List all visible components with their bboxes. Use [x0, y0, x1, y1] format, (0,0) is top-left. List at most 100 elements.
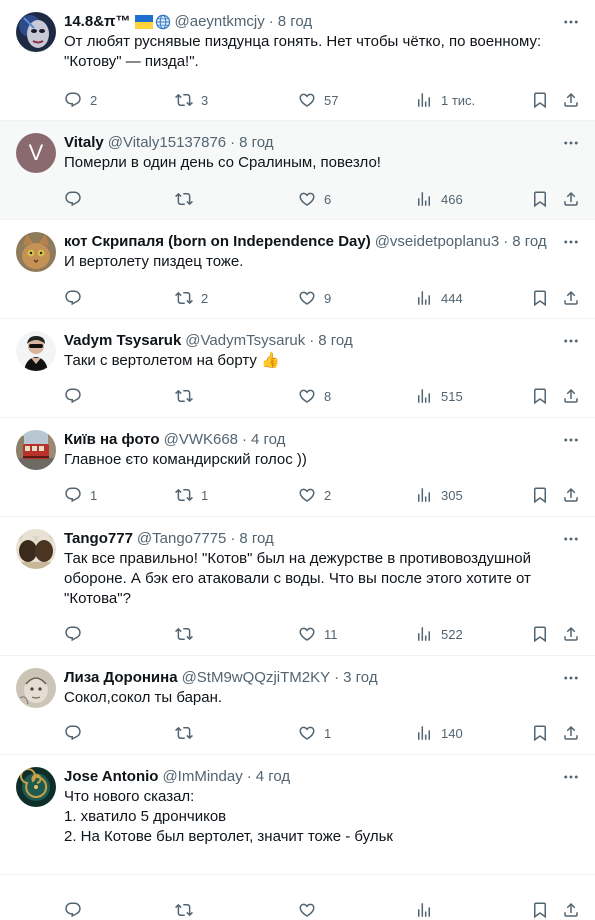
user-handle[interactable]: @Tango7775 — [137, 529, 226, 549]
avatar[interactable] — [16, 668, 56, 708]
avatar[interactable] — [16, 12, 56, 52]
views-button[interactable]: 515 — [415, 386, 463, 406]
views-button[interactable]: 1 тис. — [415, 90, 475, 110]
display-name[interactable]: Jose Antonio — [64, 767, 158, 787]
reply-item[interactable]: Tango777 @Tango7775 · 8 год Так все правильн… — [0, 517, 595, 656]
reply-text-line: Таки с вертолетом на борту 👍 — [64, 352, 280, 369]
more-options-icon[interactable] — [561, 430, 581, 450]
reply-item[interactable]: V Vitaly @Vitaly15137876 · 8 год Померли в од… — [0, 121, 595, 220]
avatar[interactable] — [16, 232, 56, 272]
user-handle[interactable]: @VadymTsysaruk — [185, 331, 305, 351]
repost-button[interactable]: 3 — [175, 90, 208, 110]
repost-button[interactable] — [175, 386, 201, 406]
views-button[interactable]: 444 — [415, 288, 463, 308]
reply-button[interactable] — [64, 723, 90, 743]
share-button[interactable] — [562, 288, 580, 308]
reply-button[interactable]: 1 — [64, 485, 97, 505]
timestamp[interactable]: 3 год — [343, 668, 377, 688]
user-handle[interactable]: @Vitaly15137876 — [108, 133, 226, 153]
more-options-icon[interactable] — [561, 331, 581, 351]
views-button[interactable]: 466 — [415, 189, 463, 209]
display-name[interactable]: Київ на фото — [64, 430, 160, 450]
bookmark-button[interactable] — [531, 189, 549, 209]
reply-button[interactable] — [64, 288, 90, 308]
like-button[interactable]: 8 — [298, 386, 331, 406]
timestamp[interactable]: 4 год — [256, 767, 290, 787]
reply-header: Jose Antonio @ImMinday · 4 год — [64, 767, 581, 787]
reply-item[interactable]: Лиза Доронина @StM9wQQzjiTM2KY · 3 год Сокол… — [0, 656, 595, 755]
bookmark-button[interactable] — [531, 723, 549, 743]
reply-button[interactable] — [64, 900, 90, 920]
avatar[interactable] — [16, 430, 56, 470]
timestamp[interactable]: 4 год — [251, 430, 285, 450]
reply-button[interactable] — [64, 189, 90, 209]
reply-item[interactable]: кот Скрипаля (born on Independence Day) @… — [0, 220, 595, 319]
repost-button[interactable] — [175, 624, 201, 644]
timestamp[interactable]: 8 год — [512, 232, 546, 252]
reply-item[interactable]: Київ на фото @VWK668 · 4 год Главное єто ком… — [0, 418, 595, 517]
share-button[interactable] — [562, 723, 580, 743]
bookmark-button[interactable] — [531, 386, 549, 406]
like-button[interactable]: 9 — [298, 288, 331, 308]
bookmark-button[interactable] — [531, 624, 549, 644]
display-name[interactable]: 14.8&π™ — [64, 12, 131, 32]
repost-button[interactable] — [175, 723, 201, 743]
timestamp[interactable]: 8 год — [318, 331, 352, 351]
reply-button[interactable] — [64, 386, 90, 406]
user-handle[interactable]: @ImMinday — [162, 767, 242, 787]
views-button[interactable] — [415, 900, 441, 920]
user-handle[interactable]: @VWK668 — [164, 430, 238, 450]
avatar[interactable] — [16, 529, 56, 569]
like-button[interactable]: 1 — [298, 723, 331, 743]
like-button[interactable]: 57 — [298, 90, 338, 110]
user-handle[interactable]: @vseidetpoplanu3 — [375, 232, 499, 252]
reply-item[interactable]: Jose Antonio @ImMinday · 4 год Что нового ск… — [0, 755, 595, 919]
like-button[interactable]: 2 — [298, 485, 331, 505]
repost-button[interactable] — [175, 900, 201, 920]
repost-button[interactable] — [175, 189, 201, 209]
share-button[interactable] — [562, 624, 580, 644]
reply-content: Vitaly @Vitaly15137876 · 8 год Померли в оди… — [64, 133, 581, 173]
bookmark-button[interactable] — [531, 90, 549, 110]
views-button[interactable]: 305 — [415, 485, 463, 505]
more-options-icon[interactable] — [561, 668, 581, 688]
share-button[interactable] — [562, 386, 580, 406]
reply-item[interactable]: 14.8&π™ @aeyntkmcjy · 8 год От любят руснявы… — [0, 0, 595, 121]
more-options-icon[interactable] — [561, 529, 581, 549]
reply-button[interactable]: 2 — [64, 90, 97, 110]
views-button[interactable]: 522 — [415, 624, 463, 644]
bookmark-button[interactable] — [531, 485, 549, 505]
more-options-icon[interactable] — [561, 12, 581, 32]
user-handle[interactable]: @aeyntkmcjy — [175, 12, 265, 32]
timestamp[interactable]: 8 год — [239, 529, 273, 549]
share-button[interactable] — [562, 189, 580, 209]
views-button[interactable]: 140 — [415, 723, 463, 743]
bookmark-button[interactable] — [531, 288, 549, 308]
display-name[interactable]: Vadym Tsysaruk — [64, 331, 181, 351]
repost-button[interactable]: 1 — [175, 485, 208, 505]
share-button[interactable] — [562, 900, 580, 920]
timestamp[interactable]: 8 год — [278, 12, 312, 32]
display-name[interactable]: кот Скрипаля (born on Independence Day) — [64, 232, 371, 252]
share-button[interactable] — [562, 90, 580, 110]
share-button[interactable] — [562, 485, 580, 505]
reply-button[interactable] — [64, 624, 90, 644]
action-bar: 2 9 444 — [64, 288, 583, 308]
display-name[interactable]: Vitaly — [64, 133, 104, 153]
user-handle[interactable]: @StM9wQQzjiTM2KY — [182, 668, 331, 688]
like-button[interactable]: 6 — [298, 189, 331, 209]
more-options-icon[interactable] — [561, 133, 581, 153]
avatar[interactable] — [16, 767, 56, 807]
display-name[interactable]: Tango777 — [64, 529, 133, 549]
repost-button[interactable]: 2 — [175, 288, 208, 308]
more-options-icon[interactable] — [561, 767, 581, 787]
avatar[interactable]: V — [16, 133, 56, 173]
avatar[interactable] — [16, 331, 56, 371]
timestamp[interactable]: 8 год — [239, 133, 273, 153]
like-button[interactable] — [298, 900, 324, 920]
display-name[interactable]: Лиза Доронина — [64, 668, 178, 688]
bookmark-button[interactable] — [531, 900, 549, 920]
like-button[interactable]: 11 — [298, 624, 338, 644]
more-options-icon[interactable] — [561, 232, 581, 252]
reply-item[interactable]: Vadym Tsysaruk @VadymTsysaruk · 8 год Таки с… — [0, 319, 595, 418]
